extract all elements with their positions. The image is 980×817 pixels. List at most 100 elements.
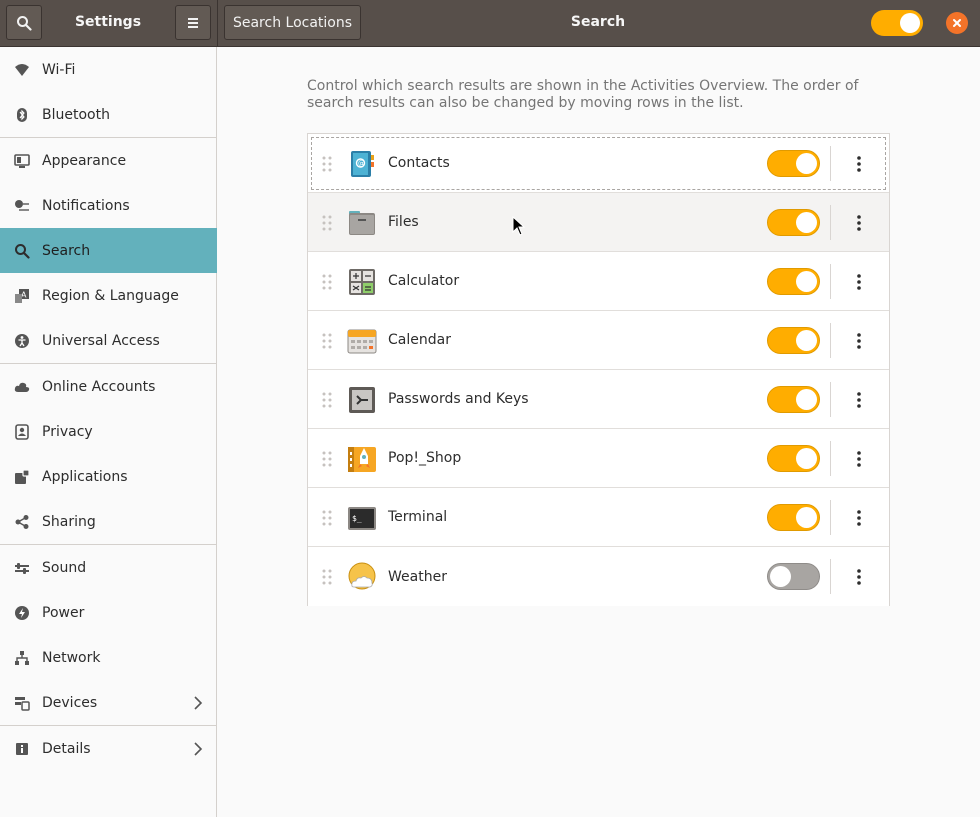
sidebar-item-search[interactable]: Search	[0, 228, 217, 273]
provider-name: Weather	[388, 568, 447, 585]
more-vertical-icon	[857, 274, 861, 290]
sidebar-item-bluetooth[interactable]: Bluetooth	[0, 92, 217, 137]
mouse-pointer-icon	[512, 216, 526, 236]
row-menu-button[interactable]	[848, 270, 870, 294]
row-menu-button[interactable]	[848, 565, 870, 589]
provider-row-pop-shop[interactable]: Pop!_Shop	[308, 429, 889, 488]
row-separator	[830, 205, 831, 240]
row-menu-button[interactable]	[848, 152, 870, 176]
chevron-right-icon	[194, 741, 203, 756]
weather-icon	[348, 562, 376, 590]
row-separator	[830, 146, 831, 181]
files-icon	[349, 211, 375, 235]
sidebar-item-label: Applications	[42, 468, 128, 485]
sidebar-item-devices[interactable]: Devices	[0, 680, 217, 725]
provider-toggle[interactable]	[767, 563, 820, 590]
sidebar-item-applications[interactable]: Applications	[0, 454, 217, 499]
sidebar-item-label: Devices	[42, 694, 98, 711]
provider-toggle[interactable]	[767, 386, 820, 413]
power-icon	[14, 605, 30, 621]
more-vertical-icon	[857, 215, 861, 231]
pop-shop-icon	[348, 447, 376, 472]
header-separator	[217, 0, 218, 47]
sidebar-item-label: Power	[42, 604, 85, 621]
row-menu-button[interactable]	[848, 506, 870, 530]
calendar-icon	[347, 329, 377, 354]
appearance-icon	[14, 153, 30, 169]
provider-name: Files	[388, 214, 419, 230]
sidebar-item-universal-access[interactable]: Universal Access	[0, 318, 217, 363]
sidebar-item-notifications[interactable]: Notifications	[0, 183, 217, 228]
provider-toggle[interactable]	[767, 150, 820, 177]
provider-name: Terminal	[388, 509, 448, 525]
drag-handle-icon[interactable]	[322, 274, 332, 290]
drag-handle-icon[interactable]	[322, 569, 332, 585]
svg-text:$_: $_	[352, 514, 362, 523]
search-master-switch[interactable]	[871, 10, 923, 36]
sidebar-item-label: Sharing	[42, 513, 96, 530]
provider-row-weather[interactable]: Weather	[308, 547, 889, 606]
row-separator	[830, 323, 831, 358]
provider-toggle[interactable]	[767, 504, 820, 531]
close-button[interactable]	[946, 12, 968, 34]
search-locations-button[interactable]: Search Locations	[224, 5, 361, 40]
sidebar-item-wifi[interactable]: Wi-Fi	[0, 47, 217, 92]
row-separator	[830, 264, 831, 299]
drag-handle-icon[interactable]	[322, 156, 332, 172]
sidebar-item-label: Online Accounts	[42, 378, 156, 395]
sidebar-item-label: Region & Language	[42, 287, 179, 304]
universal-access-icon	[14, 333, 30, 349]
provider-row-passwords-keys[interactable]: Passwords and Keys	[308, 370, 889, 429]
row-separator	[830, 559, 831, 594]
search-icon	[17, 15, 32, 31]
sidebar-item-sound[interactable]: Sound	[0, 545, 217, 590]
drag-handle-icon[interactable]	[322, 451, 332, 467]
settings-title: Settings	[74, 14, 142, 30]
provider-name: Calendar	[388, 332, 451, 348]
provider-row-calculator[interactable]: Calculator	[308, 252, 889, 311]
row-menu-button[interactable]	[848, 388, 870, 412]
bluetooth-icon	[14, 107, 30, 123]
row-menu-button[interactable]	[848, 211, 870, 235]
provider-name: Calculator	[388, 273, 460, 289]
row-menu-button[interactable]	[848, 329, 870, 353]
provider-toggle[interactable]	[767, 445, 820, 472]
sidebar-item-power[interactable]: Power	[0, 590, 217, 635]
hamburger-menu-button[interactable]	[175, 5, 211, 40]
drag-handle-icon[interactable]	[322, 392, 332, 408]
applications-icon	[14, 468, 30, 485]
row-menu-button[interactable]	[848, 447, 870, 471]
sidebar-item-privacy[interactable]: Privacy	[0, 409, 217, 454]
provider-toggle[interactable]	[767, 327, 820, 354]
row-separator	[830, 441, 831, 476]
provider-row-calendar[interactable]: Calendar	[308, 311, 889, 370]
sidebar-item-label: Wi-Fi	[42, 61, 76, 78]
sidebar-search-button[interactable]	[6, 5, 42, 40]
provider-toggle[interactable]	[767, 209, 820, 236]
row-separator	[830, 500, 831, 535]
provider-row-files[interactable]: Files	[308, 193, 889, 252]
drag-handle-icon[interactable]	[322, 510, 332, 526]
sidebar-item-network[interactable]: Network	[0, 635, 217, 680]
sidebar-item-label: Notifications	[42, 197, 130, 214]
row-separator	[830, 382, 831, 417]
contacts-icon: @	[351, 151, 374, 177]
drag-handle-icon[interactable]	[322, 215, 332, 231]
more-vertical-icon	[857, 333, 861, 349]
sidebar-item-label: Details	[42, 740, 91, 757]
page-title: Search	[570, 14, 626, 30]
drag-handle-icon[interactable]	[322, 333, 332, 349]
provider-toggle[interactable]	[767, 268, 820, 295]
sidebar-item-sharing[interactable]: Sharing	[0, 499, 217, 544]
more-vertical-icon	[857, 392, 861, 408]
sidebar-item-appearance[interactable]: Appearance	[0, 138, 217, 183]
sidebar-item-label: Appearance	[42, 152, 127, 169]
provider-row-contacts[interactable]: @ Contacts	[308, 134, 889, 193]
sidebar-item-online-accounts[interactable]: Online Accounts	[0, 364, 217, 409]
provider-row-terminal[interactable]: $_ Terminal	[308, 488, 889, 547]
provider-name: Pop!_Shop	[388, 450, 462, 466]
sidebar-item-region-language[interactable]: A Region & Language	[0, 273, 217, 318]
sidebar-item-details[interactable]: Details	[0, 726, 217, 771]
notifications-icon	[14, 198, 30, 214]
sidebar-item-label: Sound	[42, 559, 87, 576]
